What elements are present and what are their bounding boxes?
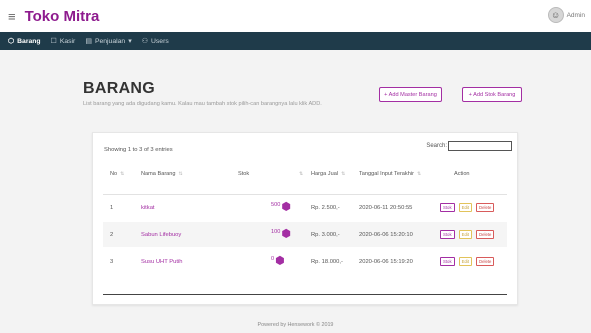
nav-item-penjualan[interactable]: ▤ Penjualan ▾ (85, 37, 132, 46)
table-search: Search: (426, 141, 512, 151)
user-avatar-icon[interactable]: ☺ (547, 7, 564, 23)
stok-button[interactable]: Stok (440, 230, 455, 239)
sort-icon: ⇅ (120, 171, 125, 177)
column-label: Tanggal Input Terakhir (359, 171, 414, 177)
nav-item-label: Barang (17, 37, 41, 45)
page-footer: Powered by Hensework © 2019 (257, 322, 334, 328)
cell-nama-barang[interactable]: kitkat (141, 195, 155, 220)
edit-button[interactable]: Edit (458, 203, 473, 212)
stock-count: 100 (271, 228, 281, 235)
top-bar: ≡ Toko Mitra ☺ Admin (0, 0, 591, 32)
stock-count: 500 (271, 201, 281, 208)
cell-tanggal: 2020-06-06 15:20:10 (359, 231, 413, 238)
nav-item-label: Penjualan (94, 37, 126, 45)
add-stok-barang-button[interactable]: + Add Stok Barang (462, 87, 522, 102)
cell-tanggal: 2020-06-11 20:50:55 (359, 204, 413, 211)
sort-icon: ⇅ (299, 171, 304, 177)
page-subtitle: List barang yang ada digudang kamu. Kala… (83, 101, 322, 107)
search-label: Search: (426, 143, 447, 149)
cell-stok: 0 ⬢ (271, 249, 285, 274)
table-row: 1 kitkat 500 ⬢ Rp. 2.500,- 2020-06-11 20:… (103, 195, 507, 220)
nav-item-label: Kasir (59, 37, 76, 45)
entries-info: Showing 1 to 3 of 3 entries (104, 147, 173, 153)
nav-item-barang[interactable]: ⬡ Barang (8, 37, 41, 46)
column-header-no[interactable]: No ⇅ (110, 171, 124, 177)
column-header-stok[interactable]: Stok (238, 171, 249, 177)
column-label: No (110, 171, 118, 177)
nav-item-label: Users (150, 37, 169, 45)
chevron-down-icon: ▾ (128, 38, 132, 45)
column-header-nama-barang[interactable]: Nama Barang ⇅ (141, 171, 183, 177)
search-input[interactable] (448, 141, 512, 151)
cell-nama-barang[interactable]: Susu UHT Putih (141, 249, 182, 274)
sort-icon: ⇅ (341, 171, 346, 177)
cell-no: 1 (110, 204, 114, 211)
sort-icon: ⇅ (416, 171, 422, 177)
sort-icon: ⇅ (178, 171, 183, 177)
cell-no: 3 (110, 258, 114, 265)
column-header-harga-jual[interactable]: Harga Jual ⇅ (311, 171, 345, 177)
user-name[interactable]: Admin (567, 12, 585, 19)
column-header-tanggal[interactable]: Tanggal Input Terakhir ⇅ (359, 171, 421, 177)
document-icon: ▤ (85, 38, 92, 45)
add-master-barang-button[interactable]: + Add Master Barang (379, 87, 442, 102)
delete-button[interactable]: Delete (476, 257, 495, 266)
cell-action: Stok Edit Delete (440, 249, 498, 274)
column-header-action: Action (454, 171, 470, 177)
column-header-stok-sort[interactable]: ⇅ (296, 171, 303, 177)
barang-table-card: Showing 1 to 3 of 3 entries Search: No ⇅ … (92, 132, 518, 305)
nav-item-kasir[interactable]: ☐ Kasir (50, 37, 76, 46)
cube-icon: ⬡ (8, 38, 15, 45)
column-label: Action (454, 171, 470, 177)
cube-icon: ⬢ (275, 255, 285, 267)
cell-nama-barang[interactable]: Sabun Lifebuoy (141, 222, 181, 247)
cell-action: Stok Edit Delete (440, 195, 498, 220)
cell-tanggal: 2020-06-06 15:19:20 (359, 258, 413, 265)
cell-stok: 100 ⬢ (271, 222, 291, 247)
cell-harga-jual: Rp. 2.500,- (311, 204, 340, 211)
cell-action: Stok Edit Delete (440, 222, 498, 247)
app-title[interactable]: Toko Mitra (25, 8, 100, 25)
table-row: 2 Sabun Lifebuoy 100 ⬢ Rp. 3.000,- 2020-0… (103, 222, 507, 247)
column-label: Harga Jual (311, 171, 339, 177)
delete-button[interactable]: Delete (476, 230, 495, 239)
monitor-icon: ☐ (50, 38, 57, 45)
nav-item-users[interactable]: ⚇ Users (141, 37, 169, 46)
user-menu[interactable]: ☺ Admin (547, 7, 585, 23)
delete-button[interactable]: Delete (476, 203, 495, 212)
table-bottom-divider (103, 294, 507, 295)
cell-harga-jual: Rp. 3.000,- (311, 231, 340, 238)
cube-icon: ⬢ (281, 201, 291, 213)
cube-icon: ⬢ (281, 228, 291, 240)
cell-stok: 500 ⬢ (271, 195, 291, 220)
stok-button[interactable]: Stok (440, 203, 455, 212)
user-icon: ⚇ (141, 38, 148, 45)
hamburger-icon[interactable]: ≡ (8, 10, 16, 23)
edit-button[interactable]: Edit (458, 257, 473, 266)
column-label: Nama Barang (141, 171, 176, 177)
edit-button[interactable]: Edit (458, 230, 473, 239)
stock-count: 0 (271, 255, 275, 262)
table-row: 3 Susu UHT Putih 0 ⬢ Rp. 18.000,- 2020-06… (103, 249, 507, 274)
cell-no: 2 (110, 231, 114, 238)
main-nav: ⬡ Barang ☐ Kasir ▤ Penjualan ▾ ⚇ Users (0, 32, 591, 50)
stok-button[interactable]: Stok (440, 257, 455, 266)
column-label: Stok (238, 171, 250, 177)
cell-harga-jual: Rp. 18.000,- (311, 258, 343, 265)
